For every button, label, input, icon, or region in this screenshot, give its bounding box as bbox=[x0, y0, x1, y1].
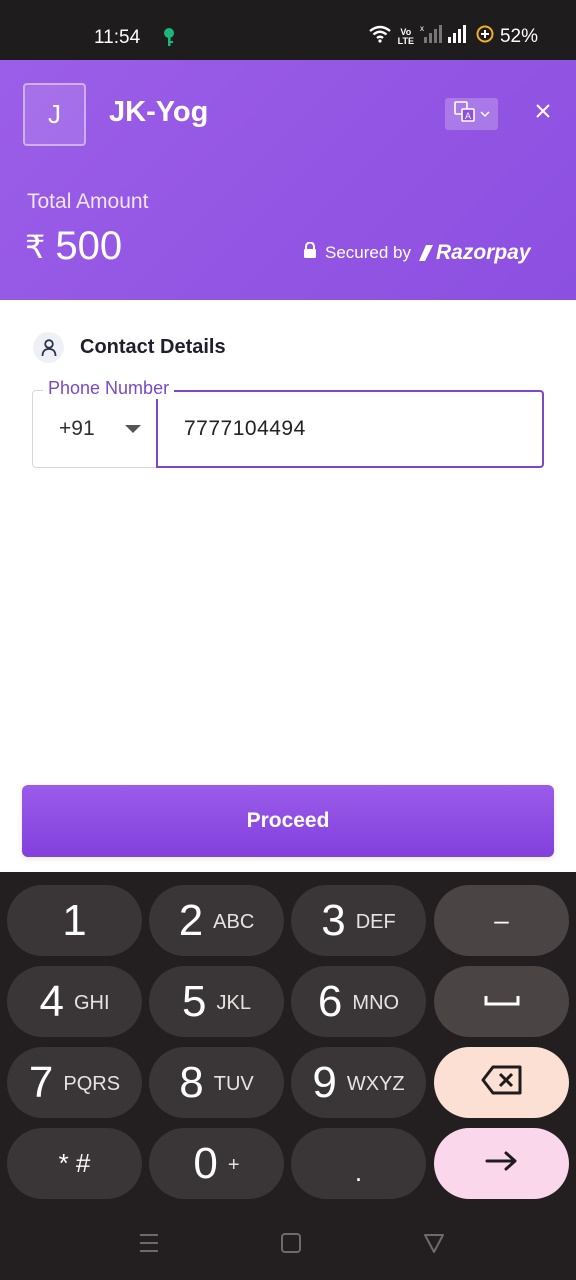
total-amount: ₹ 500 bbox=[25, 224, 122, 269]
secured-by: Secured by Razorpay bbox=[303, 241, 531, 265]
menu-icon bbox=[138, 1232, 160, 1259]
currency-symbol: ₹ bbox=[25, 228, 46, 265]
key-star-hash[interactable]: * # bbox=[7, 1128, 142, 1199]
wifi-icon bbox=[368, 25, 392, 49]
contact-details-heading: Contact Details bbox=[33, 332, 226, 363]
total-amount-label: Total Amount bbox=[27, 190, 149, 213]
key-enter[interactable] bbox=[434, 1128, 569, 1199]
key-icon bbox=[163, 27, 175, 52]
home-button[interactable] bbox=[278, 1232, 304, 1258]
back-button[interactable] bbox=[421, 1232, 447, 1258]
status-icons: Vo LTE x 52% bbox=[368, 24, 538, 49]
svg-text:x: x bbox=[420, 25, 424, 33]
recent-apps-button[interactable] bbox=[136, 1232, 162, 1258]
razorpay-logo: Razorpay bbox=[419, 241, 531, 265]
key-7[interactable]: 7 PQRS bbox=[7, 1047, 142, 1118]
svg-text:A: A bbox=[465, 111, 471, 121]
merchant-avatar: J bbox=[23, 83, 86, 146]
country-code-select[interactable]: +91 bbox=[32, 390, 156, 468]
key-4[interactable]: 4 GHI bbox=[7, 966, 142, 1037]
amount-value: 500 bbox=[55, 224, 123, 268]
battery-percent: 52% bbox=[499, 26, 538, 47]
lock-icon bbox=[303, 241, 317, 264]
key-2[interactable]: 2 ABC bbox=[149, 885, 284, 956]
phone-number-label: Phone Number bbox=[43, 378, 175, 399]
key-minus[interactable]: – bbox=[434, 885, 569, 956]
arrow-right-icon bbox=[485, 1150, 519, 1177]
translate-icon: A bbox=[453, 100, 476, 128]
signal-weak-icon: x bbox=[420, 24, 442, 49]
system-nav-bar bbox=[0, 1212, 576, 1280]
key-backspace[interactable] bbox=[434, 1047, 569, 1118]
key-6[interactable]: 6 MNO bbox=[291, 966, 426, 1037]
key-3[interactable]: 3 DEF bbox=[291, 885, 426, 956]
contact-details-title: Contact Details bbox=[80, 336, 226, 358]
key-space[interactable] bbox=[434, 966, 569, 1037]
language-button[interactable]: A bbox=[445, 98, 498, 130]
merchant-name: JK-Yog bbox=[109, 96, 209, 128]
checkout-header: J JK-Yog A Total Amount ₹ 500 Secured by… bbox=[0, 60, 576, 300]
proceed-button[interactable]: Proceed bbox=[22, 785, 554, 857]
key-0[interactable]: 0 + bbox=[149, 1128, 284, 1199]
status-bar: 11:54 Vo LTE x 52% bbox=[0, 0, 576, 60]
key-5[interactable]: 5 JKL bbox=[149, 966, 284, 1037]
square-icon bbox=[280, 1232, 302, 1259]
volte-icon: Vo LTE bbox=[397, 27, 414, 46]
chevron-down-icon bbox=[479, 105, 490, 123]
battery-saver-icon bbox=[476, 25, 494, 49]
person-icon bbox=[33, 332, 64, 363]
key-dot[interactable]: . bbox=[291, 1128, 426, 1199]
caret-down-icon bbox=[124, 425, 141, 433]
backspace-icon bbox=[481, 1065, 523, 1100]
key-8[interactable]: 8 TUV bbox=[149, 1047, 284, 1118]
space-icon bbox=[484, 993, 520, 1011]
signal-icon bbox=[447, 25, 470, 49]
close-button[interactable] bbox=[528, 98, 558, 128]
status-time: 11:54 bbox=[94, 27, 141, 48]
key-9[interactable]: 9 WXYZ bbox=[291, 1047, 426, 1118]
secured-by-text: Secured by bbox=[325, 243, 411, 262]
triangle-back-icon bbox=[423, 1232, 445, 1259]
phone-number-input[interactable] bbox=[184, 413, 524, 445]
key-1[interactable]: 1 bbox=[7, 885, 142, 956]
close-icon bbox=[535, 103, 551, 124]
phone-number-field: +91 Phone Number bbox=[32, 378, 544, 468]
country-code: +91 bbox=[59, 417, 95, 440]
